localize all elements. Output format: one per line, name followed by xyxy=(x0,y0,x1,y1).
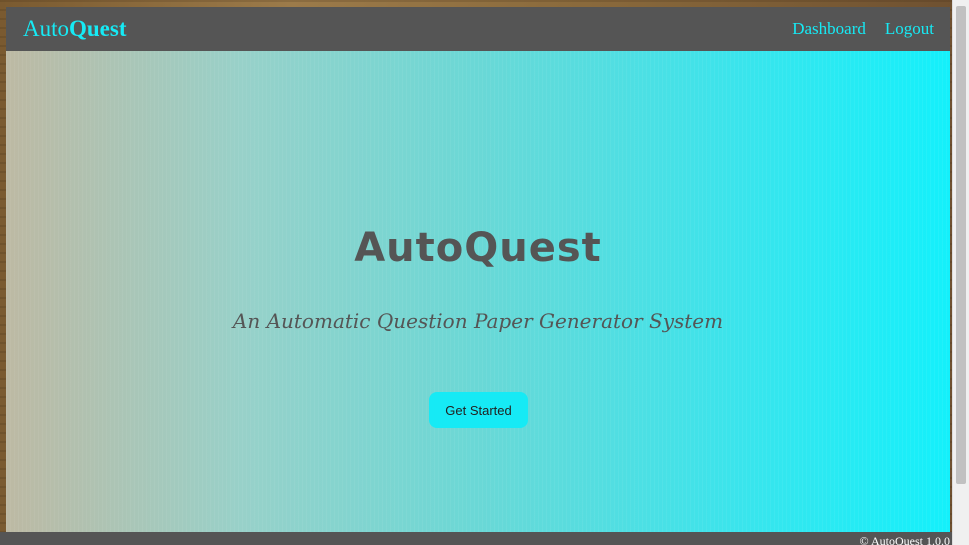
footer-copyright: © AutoQuest 1.0.0 xyxy=(859,534,950,545)
brand-text-light: Auto xyxy=(23,16,69,41)
top-navbar: AutoQuest Dashboard Logout xyxy=(6,7,950,51)
brand-logo[interactable]: AutoQuest xyxy=(23,16,127,42)
brand-text-bold: Quest xyxy=(69,16,127,41)
vertical-scrollbar[interactable] xyxy=(952,0,969,545)
hero-title: AutoQuest xyxy=(354,225,602,271)
hero-section: AutoQuest An Automatic Question Paper Ge… xyxy=(6,51,950,532)
nav-link-dashboard[interactable]: Dashboard xyxy=(792,19,866,39)
get-started-button[interactable]: Get Started xyxy=(429,392,528,428)
nav-links: Dashboard Logout xyxy=(792,19,934,39)
hero-subtitle: An Automatic Question Paper Generator Sy… xyxy=(232,309,724,333)
footer: © AutoQuest 1.0.0 xyxy=(0,532,952,545)
scrollbar-thumb[interactable] xyxy=(956,6,966,484)
app-window: AutoQuest Dashboard Logout AutoQuest An … xyxy=(6,7,950,532)
nav-link-logout[interactable]: Logout xyxy=(885,19,934,39)
